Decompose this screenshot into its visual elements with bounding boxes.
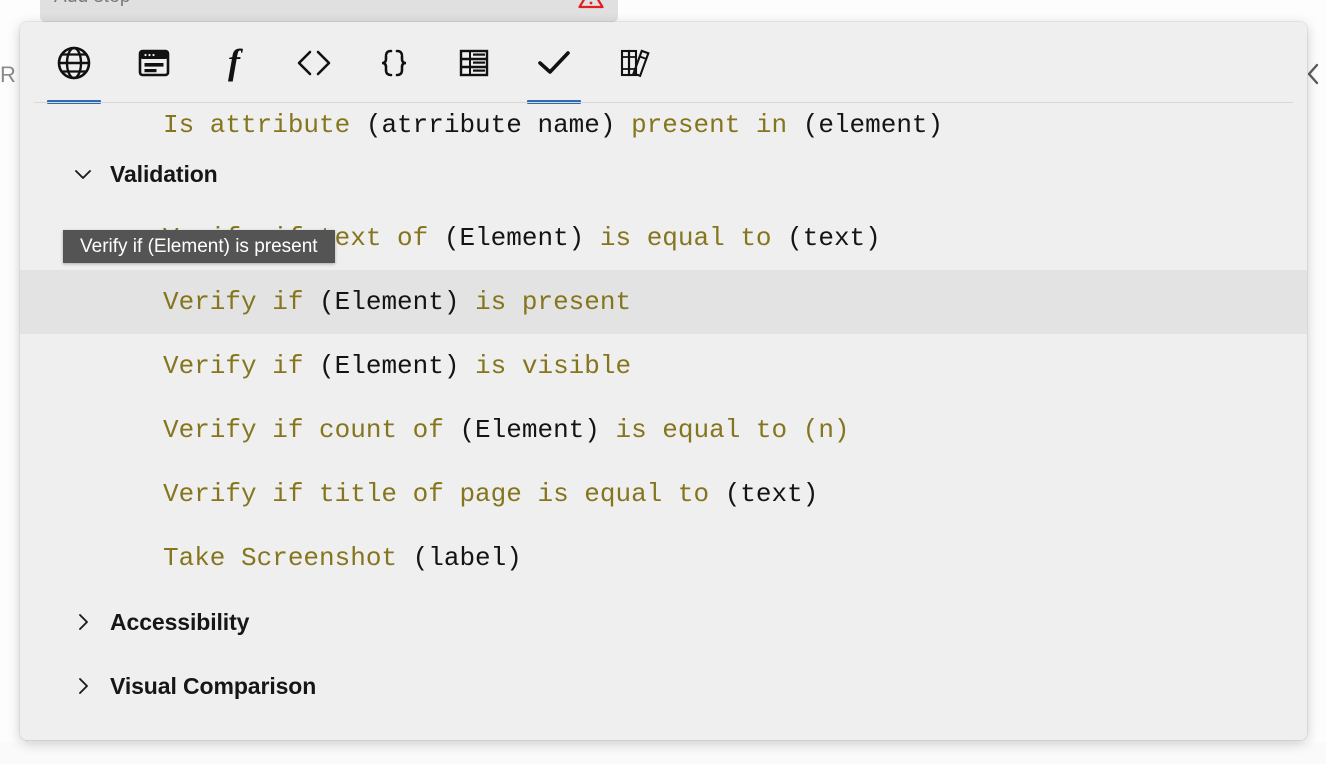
command-text: Verify if title of page is equal to (tex… <box>163 479 818 509</box>
database-icon <box>454 43 494 83</box>
background-bottom-area <box>0 742 1326 764</box>
section-title: Validation <box>110 161 218 188</box>
tab-window[interactable] <box>114 22 194 104</box>
chevron-down-icon[interactable] <box>72 163 98 185</box>
books-icon <box>614 43 654 83</box>
command-parameter: (text) <box>787 223 881 253</box>
command-keyword: present in <box>615 110 802 140</box>
function-icon: f <box>214 43 254 83</box>
section-title: Visual Comparison <box>110 673 316 700</box>
tab-database[interactable] <box>434 22 514 104</box>
command-text: Verify if (Element) is visible <box>163 351 631 381</box>
command-parameter: (label) <box>413 543 522 573</box>
command-text: Verify if (Element) is present <box>163 287 631 317</box>
svg-text:f: f <box>228 43 243 82</box>
command-keyword: is equal to <box>584 223 787 253</box>
command-item[interactable]: Verify if title of page is equal to (tex… <box>20 462 1307 526</box>
command-parameter: (text) <box>725 479 819 509</box>
command-keyword: Take Screenshot <box>163 543 413 573</box>
command-parameter: (Element) <box>444 223 584 253</box>
command-parameter: (Element) <box>459 415 599 445</box>
command-palette-panel: f <box>20 22 1307 740</box>
command-text: Is attribute (atrribute name) present in… <box>163 110 943 140</box>
command-keyword: Verify if title of page is equal to <box>163 479 725 509</box>
command-item[interactable]: Verify if count of (Element) is equal to… <box>20 398 1307 462</box>
command-text: Take Screenshot (label) <box>163 543 522 573</box>
command-item[interactable]: Take Screenshot (label) <box>20 526 1307 590</box>
section-header-validation[interactable]: Validation <box>20 142 1307 206</box>
command-keyword: Verify if count of <box>163 415 459 445</box>
section-header-visual-comparison[interactable]: Visual Comparison <box>20 654 1307 718</box>
background-left-label: R <box>0 62 16 88</box>
command-keyword: Verify if <box>163 351 319 381</box>
curly-braces-icon <box>374 43 414 83</box>
command-item[interactable]: Verify if (Element) is visible <box>20 334 1307 398</box>
globe-icon <box>54 43 94 83</box>
collapse-panel-chevron-icon[interactable] <box>1306 62 1320 90</box>
window-icon <box>134 43 174 83</box>
command-parameter: (Element) <box>319 351 459 381</box>
section-title: Accessibility <box>110 609 249 636</box>
toolbar-divider <box>34 102 1293 103</box>
tab-library[interactable] <box>594 22 674 104</box>
add-step-label: Add step <box>54 0 131 8</box>
tab-functions[interactable]: f <box>194 22 274 104</box>
warning-triangle-icon[interactable] <box>578 0 604 9</box>
command-parameter: (element) <box>803 110 943 140</box>
command-tooltip: Verify if (Element) is present <box>63 230 335 263</box>
command-keyword: is present <box>459 287 631 317</box>
tab-code[interactable] <box>274 22 354 104</box>
tab-validation[interactable] <box>514 22 594 104</box>
command-keyword: is equal to (n) <box>600 415 850 445</box>
command-item[interactable]: Is attribute (atrribute name) present in… <box>20 104 1307 142</box>
add-step-bar[interactable]: Add step <box>40 0 618 22</box>
command-keyword: Verify if <box>163 287 319 317</box>
command-parameter: (Element) <box>319 287 459 317</box>
command-keyword: is visible <box>459 351 631 381</box>
tab-browser[interactable] <box>34 22 114 104</box>
checkmark-icon <box>534 43 574 83</box>
category-tab-bar: f <box>20 22 1307 104</box>
command-parameter: (atrribute name) <box>366 110 616 140</box>
command-list[interactable]: Is attribute (atrribute name) present in… <box>20 104 1307 740</box>
tab-json[interactable] <box>354 22 434 104</box>
chevron-right-icon[interactable] <box>72 675 98 697</box>
tooltip-text: Verify if (Element) is present <box>80 236 318 258</box>
command-keyword: Is attribute <box>163 110 366 140</box>
section-header-accessibility[interactable]: Accessibility <box>20 590 1307 654</box>
command-text: Verify if count of (Element) is equal to… <box>163 415 850 445</box>
command-item[interactable]: Verify if (Element) is present <box>20 270 1307 334</box>
code-brackets-icon <box>294 43 334 83</box>
chevron-right-icon[interactable] <box>72 611 98 633</box>
